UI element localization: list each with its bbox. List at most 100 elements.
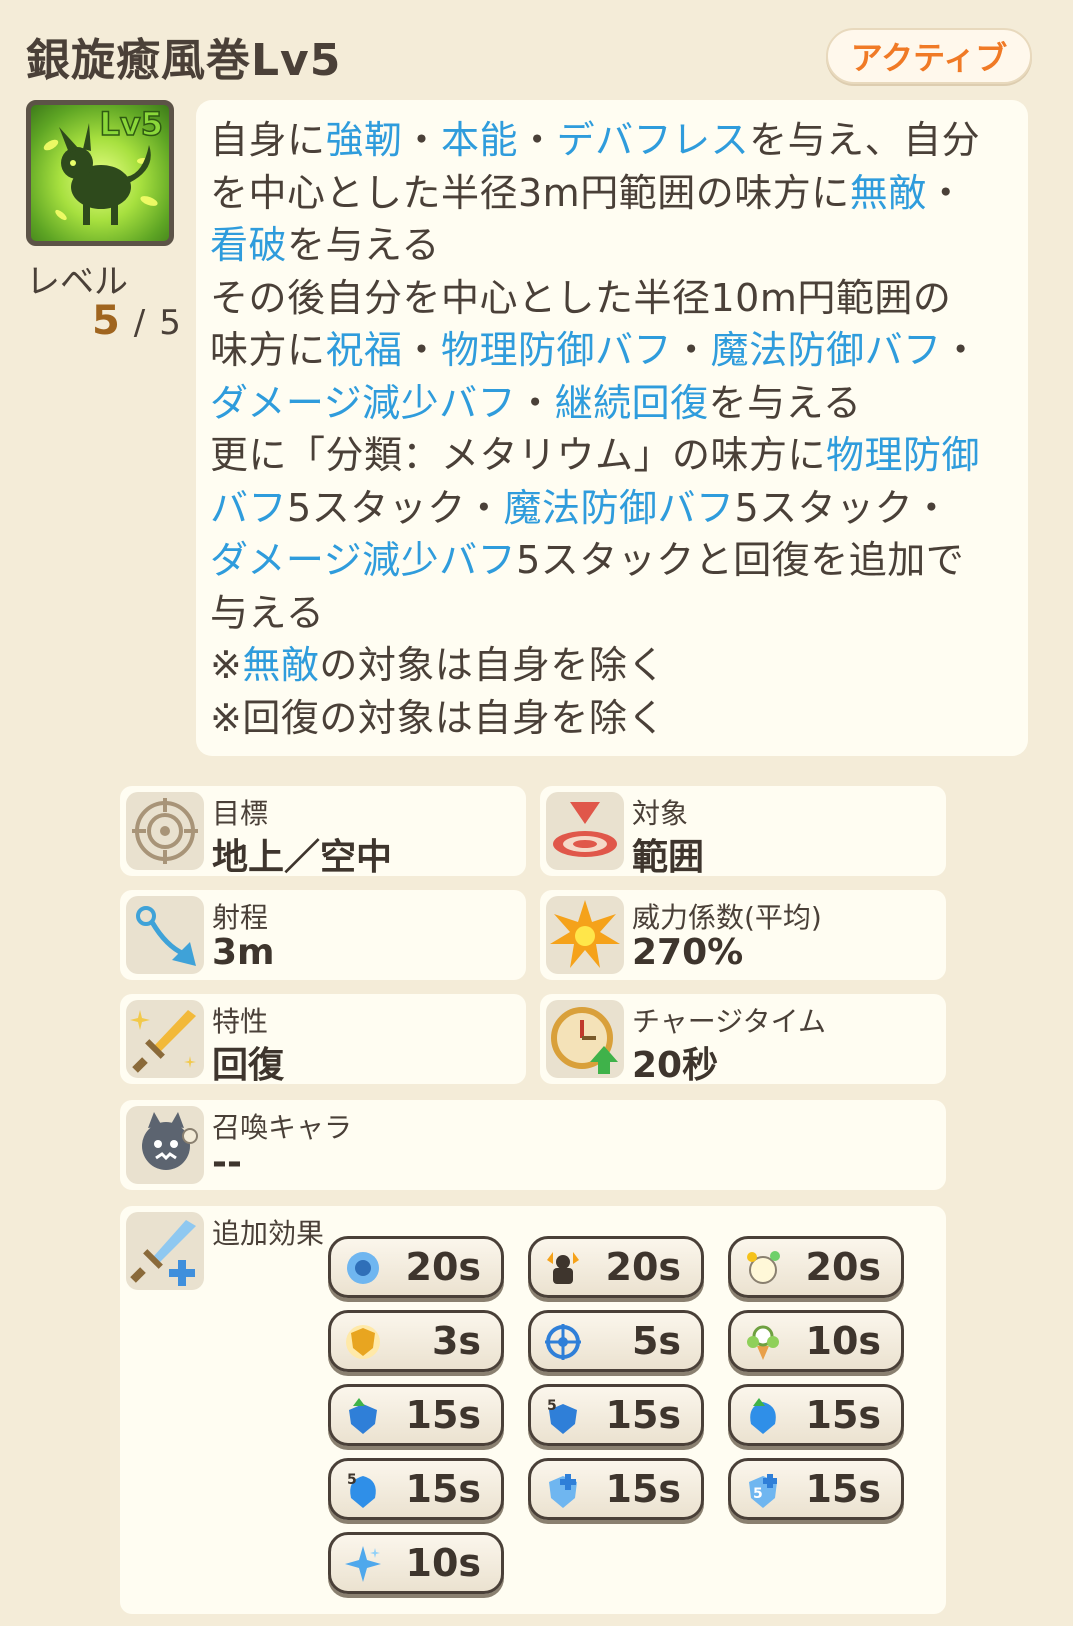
effect-duration: 15s bbox=[405, 1393, 482, 1437]
description-line: ダメージ減少バフ・継続回復を与える bbox=[210, 377, 1014, 430]
effect-pill[interactable]: 15s bbox=[728, 1384, 904, 1446]
status-keyword[interactable]: 強靭 bbox=[326, 118, 403, 162]
status-keyword[interactable]: ダメージ減少バフ bbox=[210, 381, 516, 425]
status-keyword[interactable]: 魔法防御バフ bbox=[503, 486, 734, 530]
stat-power-value: 270% bbox=[632, 932, 744, 973]
description-text: の対象は自身を除く bbox=[319, 643, 666, 687]
effect-pill[interactable]: 5 15s bbox=[528, 1384, 704, 1446]
description-text: 5スタックと回復を追加で bbox=[516, 538, 965, 582]
stat-scope-label: 対象 bbox=[632, 797, 689, 830]
effect-pill[interactable]: 5 15s bbox=[328, 1458, 504, 1520]
description-text: その後自分を中心とした半径10m円範囲の bbox=[210, 275, 952, 320]
effect-pill[interactable]: 15s bbox=[528, 1458, 704, 1520]
debuffless-icon bbox=[743, 1248, 783, 1288]
effect-pill[interactable]: 10s bbox=[328, 1532, 504, 1594]
description-text: ・ bbox=[516, 380, 555, 425]
sword-plus-icon bbox=[126, 1212, 204, 1290]
status-keyword[interactable]: 魔法防御バフ bbox=[711, 328, 942, 372]
effect-duration: 10s bbox=[405, 1541, 482, 1585]
description-text: ※ bbox=[210, 643, 243, 687]
magic-defense-buff-icon bbox=[743, 1396, 783, 1436]
stat-power: 威力係数(平均) 270% bbox=[540, 890, 946, 980]
description-text: 5スタック・ bbox=[287, 485, 504, 530]
description-text: ・ bbox=[941, 328, 981, 372]
svg-text:5: 5 bbox=[347, 1472, 357, 1488]
effect-duration: 15s bbox=[605, 1393, 682, 1437]
effect-pill[interactable]: 15s bbox=[328, 1384, 504, 1446]
crosshair-icon bbox=[126, 792, 204, 870]
effect-pill[interactable]: 5 15s bbox=[728, 1458, 904, 1520]
description-text: ・ bbox=[926, 170, 966, 215]
effect-duration: 5s bbox=[631, 1319, 681, 1363]
stat-range-label: 射程 bbox=[212, 901, 269, 934]
invincible-icon bbox=[343, 1322, 383, 1362]
effect-duration: 20s bbox=[605, 1245, 682, 1289]
description-text: ・ bbox=[518, 118, 557, 162]
description-line: 与える bbox=[210, 587, 1014, 640]
status-keyword[interactable]: ダメージ減少バフ bbox=[210, 538, 516, 582]
effect-duration: 15s bbox=[405, 1467, 482, 1511]
description-line: その後自分を中心とした半径10m円範囲の bbox=[210, 272, 1014, 325]
area-target-icon bbox=[546, 792, 624, 870]
level-max: 5 bbox=[159, 303, 181, 343]
description-line: バフ5スタック・魔法防御バフ5スタック・ bbox=[210, 482, 1014, 535]
effect-pill[interactable]: 5s bbox=[528, 1310, 704, 1372]
stat-target-label: 目標 bbox=[212, 797, 269, 830]
damage-reduction-buff-icon bbox=[543, 1470, 583, 1510]
description-line: 看破を与える bbox=[210, 219, 1014, 272]
effect-duration: 20s bbox=[405, 1245, 482, 1289]
status-keyword[interactable]: 物理防御バフ bbox=[441, 328, 672, 372]
status-keyword[interactable]: 本能 bbox=[441, 118, 518, 162]
svg-text:5: 5 bbox=[547, 1398, 557, 1414]
status-keyword[interactable]: 祝福 bbox=[326, 328, 403, 372]
toughness-icon bbox=[343, 1248, 383, 1288]
status-keyword[interactable]: 無敵 bbox=[850, 171, 927, 215]
active-badge: アクティブ bbox=[826, 28, 1032, 84]
status-keyword[interactable]: 継続回復 bbox=[555, 381, 709, 425]
effect-pill[interactable]: 3s bbox=[328, 1310, 504, 1372]
description-text: 味方に bbox=[210, 328, 326, 372]
stat-summon: 召喚キャラ -- bbox=[120, 1100, 946, 1190]
description-text: ※回復の対象は自身を除く bbox=[210, 695, 666, 740]
effect-duration: 10s bbox=[805, 1319, 882, 1363]
effect-duration: 15s bbox=[805, 1467, 882, 1511]
description-line: を中心とした半径3m円範囲の味方に無敵・ bbox=[210, 167, 1014, 220]
status-keyword[interactable]: 無敵 bbox=[242, 643, 319, 687]
stat-charge-value: 20秒 bbox=[632, 1045, 719, 1086]
stat-summon-value: -- bbox=[212, 1142, 242, 1183]
instinct-icon bbox=[543, 1248, 583, 1288]
description-text: を中心とした半径3m円範囲の味方に bbox=[210, 170, 850, 215]
effect-pill[interactable]: 10s bbox=[728, 1310, 904, 1372]
additional-effects: 追加効果 20s 20s 20s 3s 5s 10s 15s 5 15s 15s 5 15s 15s 5 1… bbox=[120, 1206, 946, 1614]
range-arrow-icon bbox=[126, 896, 204, 974]
description-text: を与え、自分 bbox=[749, 118, 981, 162]
status-keyword[interactable]: バフ bbox=[210, 486, 287, 530]
sword-icon bbox=[126, 1000, 204, 1078]
stat-trait-label: 特性 bbox=[212, 1005, 269, 1038]
description-text: を与える bbox=[708, 380, 862, 425]
stat-trait: 特性 回復 bbox=[120, 994, 526, 1086]
description-line: 自身に強靭・本能・デバフレスを与え、自分 bbox=[210, 114, 1014, 167]
stat-power-label: 威力係数(平均) bbox=[632, 901, 822, 934]
insight-icon bbox=[543, 1322, 583, 1362]
effect-pill[interactable]: 20s bbox=[728, 1236, 904, 1298]
stat-charge: チャージタイム 20秒 bbox=[540, 994, 946, 1086]
summon-character-icon bbox=[126, 1106, 204, 1184]
skill-title: 銀旋癒風巻Lv5 bbox=[26, 35, 342, 86]
status-keyword[interactable]: デバフレス bbox=[557, 118, 750, 162]
effect-pill[interactable]: 20s bbox=[528, 1236, 704, 1298]
description-text: ・ bbox=[402, 118, 442, 162]
description-line: 更に「分類：メタリウム」の味方に物理防御 bbox=[210, 429, 1014, 482]
status-keyword[interactable]: 物理防御 bbox=[826, 433, 980, 477]
stat-range: 射程 3m bbox=[120, 890, 526, 980]
status-keyword[interactable]: 看破 bbox=[210, 223, 287, 267]
effect-pill[interactable]: 20s bbox=[328, 1236, 504, 1298]
stat-scope-value: 範囲 bbox=[632, 837, 705, 878]
description-line: ※無敵の対象は自身を除く bbox=[210, 639, 1014, 692]
description-line: 味方に祝福・物理防御バフ・魔法防御バフ・ bbox=[210, 324, 1014, 377]
stat-trait-value: 回復 bbox=[212, 1045, 285, 1086]
description-text: ・ bbox=[672, 328, 711, 372]
magic-defense-buff-5stack-icon: 5 bbox=[343, 1470, 383, 1510]
level-value: 5 / 5 bbox=[92, 298, 181, 344]
description-line: ※回復の対象は自身を除く bbox=[210, 692, 1014, 745]
